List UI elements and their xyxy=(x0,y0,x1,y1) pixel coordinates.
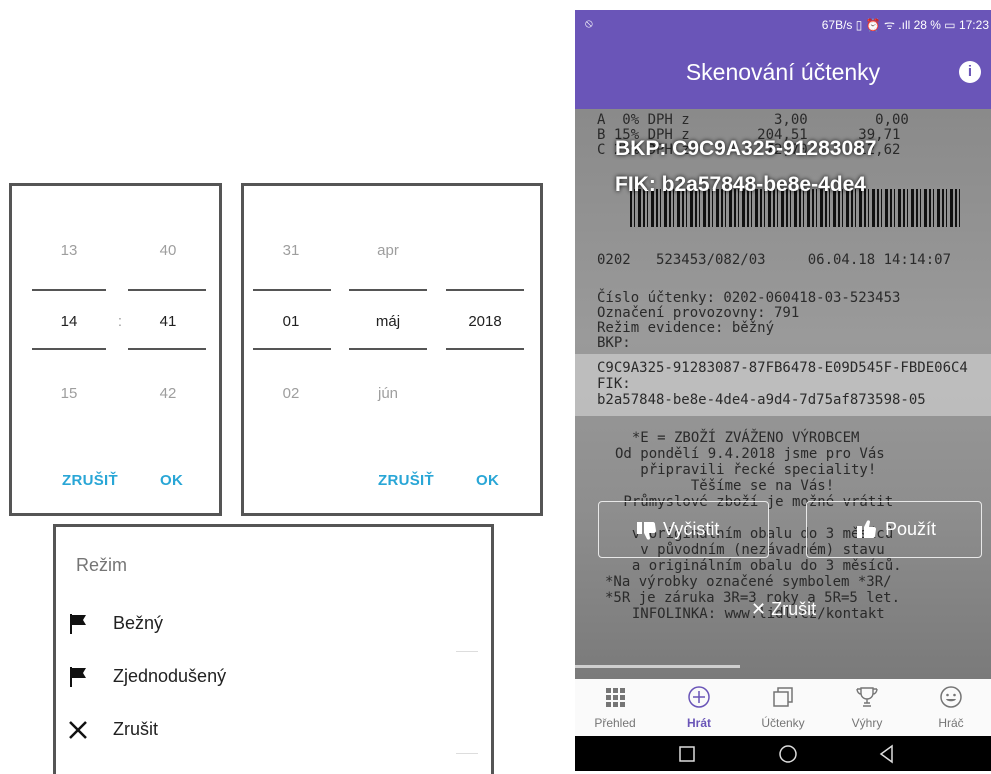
minute-divider-top xyxy=(128,289,206,291)
day-prev[interactable]: 31 xyxy=(254,242,328,259)
clear-label: Vyčistit xyxy=(663,519,720,539)
mode-option-label: Zrušit xyxy=(113,719,158,739)
info-icon[interactable]: i xyxy=(959,61,981,83)
minute-next[interactable]: 42 xyxy=(131,385,205,402)
date-ok-button[interactable]: OK xyxy=(476,472,499,489)
month-divider-bottom xyxy=(349,348,427,350)
time-separator: : xyxy=(117,313,123,330)
month-next[interactable]: jún xyxy=(349,385,427,402)
year-divider-bottom xyxy=(446,348,524,350)
status-indicators: 67B/s ▯ ⏰ ᯤ .ıll 28 % ▭ 17:23 xyxy=(821,18,989,32)
receipt-line: A 0% DPH z 3,00 0,00 xyxy=(597,112,909,128)
nav-vyhry[interactable]: Výhry xyxy=(827,679,907,736)
receipt-line: Režim evidence: běžný xyxy=(597,320,775,336)
back-icon[interactable] xyxy=(877,744,897,764)
receipt-line: Těšíme se na Vás! xyxy=(615,478,835,494)
mode-option-zrusit[interactable]: Zrušit xyxy=(56,715,456,749)
hour-divider-top xyxy=(32,289,106,291)
mode-dialog: Režim Bežný Zjednodušený Zrušit xyxy=(53,524,494,774)
receipt-line: Označení provozovny: 791 xyxy=(597,305,800,321)
month-divider-top xyxy=(349,289,427,291)
nav-label: Hrát xyxy=(686,716,711,730)
system-navigation-bar xyxy=(575,736,991,771)
nav-hrac[interactable]: Hráč xyxy=(911,679,991,736)
minute-selected[interactable]: 41 xyxy=(131,313,205,330)
close-icon xyxy=(69,721,87,739)
hour-selected[interactable]: 14 xyxy=(32,313,106,330)
time-picker-dialog: 13 40 14 : 41 15 42 ZRUŠIŤ OK xyxy=(9,183,222,516)
receipt-line: C9C9A325-91283087-87FB6478-E09D545F-FBDE… xyxy=(597,360,968,376)
receipts-icon xyxy=(773,687,793,707)
time-cancel-button[interactable]: ZRUŠIŤ xyxy=(62,472,118,489)
receipt-line: Číslo účtenky: 0202-060418-03-523453 xyxy=(597,290,901,306)
nav-hrat[interactable]: Hrát xyxy=(659,679,739,736)
month-prev[interactable]: apr xyxy=(349,242,427,259)
mode-dialog-title: Režim xyxy=(76,555,128,575)
bkp-overlay: BKP: C9C9A325-91283087 xyxy=(615,137,877,160)
receipt-line: *Na výrobky označené symbolem *3R/ xyxy=(605,574,892,590)
day-divider-bottom xyxy=(253,348,331,350)
use-label: Použít xyxy=(885,519,937,539)
mode-option-bezny[interactable]: Bežný xyxy=(56,609,456,643)
time-ok-button[interactable]: OK xyxy=(160,472,183,489)
flag-icon xyxy=(70,667,86,687)
receipt-line: *E = ZBOŽÍ ZVÁŽENO VÝROBCEM xyxy=(615,430,860,446)
receipt-line: FIK: xyxy=(597,376,631,392)
status-bar: ⦸ 67B/s ▯ ⏰ ᯤ .ıll 28 % ▭ 17:23 xyxy=(575,10,991,37)
home-icon[interactable] xyxy=(778,744,798,764)
flag-icon xyxy=(70,614,86,634)
day-selected[interactable]: 01 xyxy=(254,313,328,330)
receipt-line: připravili řecké speciality! xyxy=(615,462,877,478)
scan-progress-bar xyxy=(575,665,740,668)
nav-prehled[interactable]: Přehled xyxy=(575,679,655,736)
recents-icon[interactable] xyxy=(677,744,697,764)
date-cancel-button[interactable]: ZRUŠIŤ xyxy=(378,472,434,489)
phone-screen: ⦸ 67B/s ▯ ⏰ ᯤ .ıll 28 % ▭ 17:23 Skenován… xyxy=(575,10,991,771)
use-button[interactable]: Použít xyxy=(806,501,982,558)
app-bar: Skenování účtenky i xyxy=(575,37,991,109)
nav-label: Účtenky xyxy=(761,716,805,730)
divider xyxy=(456,753,478,754)
day-next[interactable]: 02 xyxy=(254,385,328,402)
year-selected[interactable]: 2018 xyxy=(446,313,524,330)
nav-label: Výhry xyxy=(851,716,883,730)
divider xyxy=(456,651,478,652)
mode-option-zjednoduseny[interactable]: Zjednodušený xyxy=(56,662,456,696)
hour-next[interactable]: 15 xyxy=(32,385,106,402)
month-selected[interactable]: máj xyxy=(349,313,427,330)
receipt-line: Od pondělí 9.4.2018 jsme pro Vás xyxy=(615,446,885,462)
hour-divider-bottom xyxy=(32,348,106,350)
hour-prev[interactable]: 13 xyxy=(32,242,106,259)
receipt-line: BKP: xyxy=(597,335,631,351)
minute-divider-bottom xyxy=(128,348,206,350)
minute-prev[interactable]: 40 xyxy=(131,242,205,259)
nav-label: Hráč xyxy=(938,716,964,730)
camera-preview: A 0% DPH z 3,00 0,00 B 15% DPH z 204,51 … xyxy=(575,109,991,679)
receipt-line: a originálním obalu do 3 měsíců. xyxy=(615,558,902,574)
date-picker-dialog: 31 apr 01 máj 2018 02 jún ZRUŠIŤ OK xyxy=(241,183,543,516)
plus-circle-icon xyxy=(688,686,710,708)
nav-label: Přehled xyxy=(594,716,636,730)
mode-option-label: Zjednodušený xyxy=(113,666,227,686)
trophy-icon xyxy=(856,687,878,707)
bottom-navigation: Přehled Hrát Účtenky Výhry Hráč xyxy=(575,679,991,736)
receipt-line: INFOLINKA: www.lidl.cz/kontakt xyxy=(615,606,885,622)
day-divider-top xyxy=(253,289,331,291)
cancel-scan-button[interactable]: ✕ Zrušit xyxy=(751,599,816,620)
receipt-line: b2a57848-be8e-4de4-a9d4-7d75af873598-05 xyxy=(597,392,926,408)
page-title: Skenování účtenky xyxy=(685,59,881,85)
location-off-icon: ⦸ xyxy=(585,16,593,30)
thumbs-down-icon xyxy=(637,522,656,540)
grid-icon xyxy=(606,688,625,707)
receipt-line: 0202 523453/082/03 06.04.18 14:14:07 xyxy=(597,252,952,268)
mode-option-label: Bežný xyxy=(113,613,164,633)
thumbs-up-icon xyxy=(857,520,876,538)
smiley-icon xyxy=(940,686,962,708)
year-divider-top xyxy=(446,289,524,291)
fik-overlay: FIK: b2a57848-be8e-4de4 xyxy=(615,173,866,196)
clear-button[interactable]: Vyčistit xyxy=(598,501,769,558)
nav-uctenky[interactable]: Účtenky xyxy=(743,679,823,736)
